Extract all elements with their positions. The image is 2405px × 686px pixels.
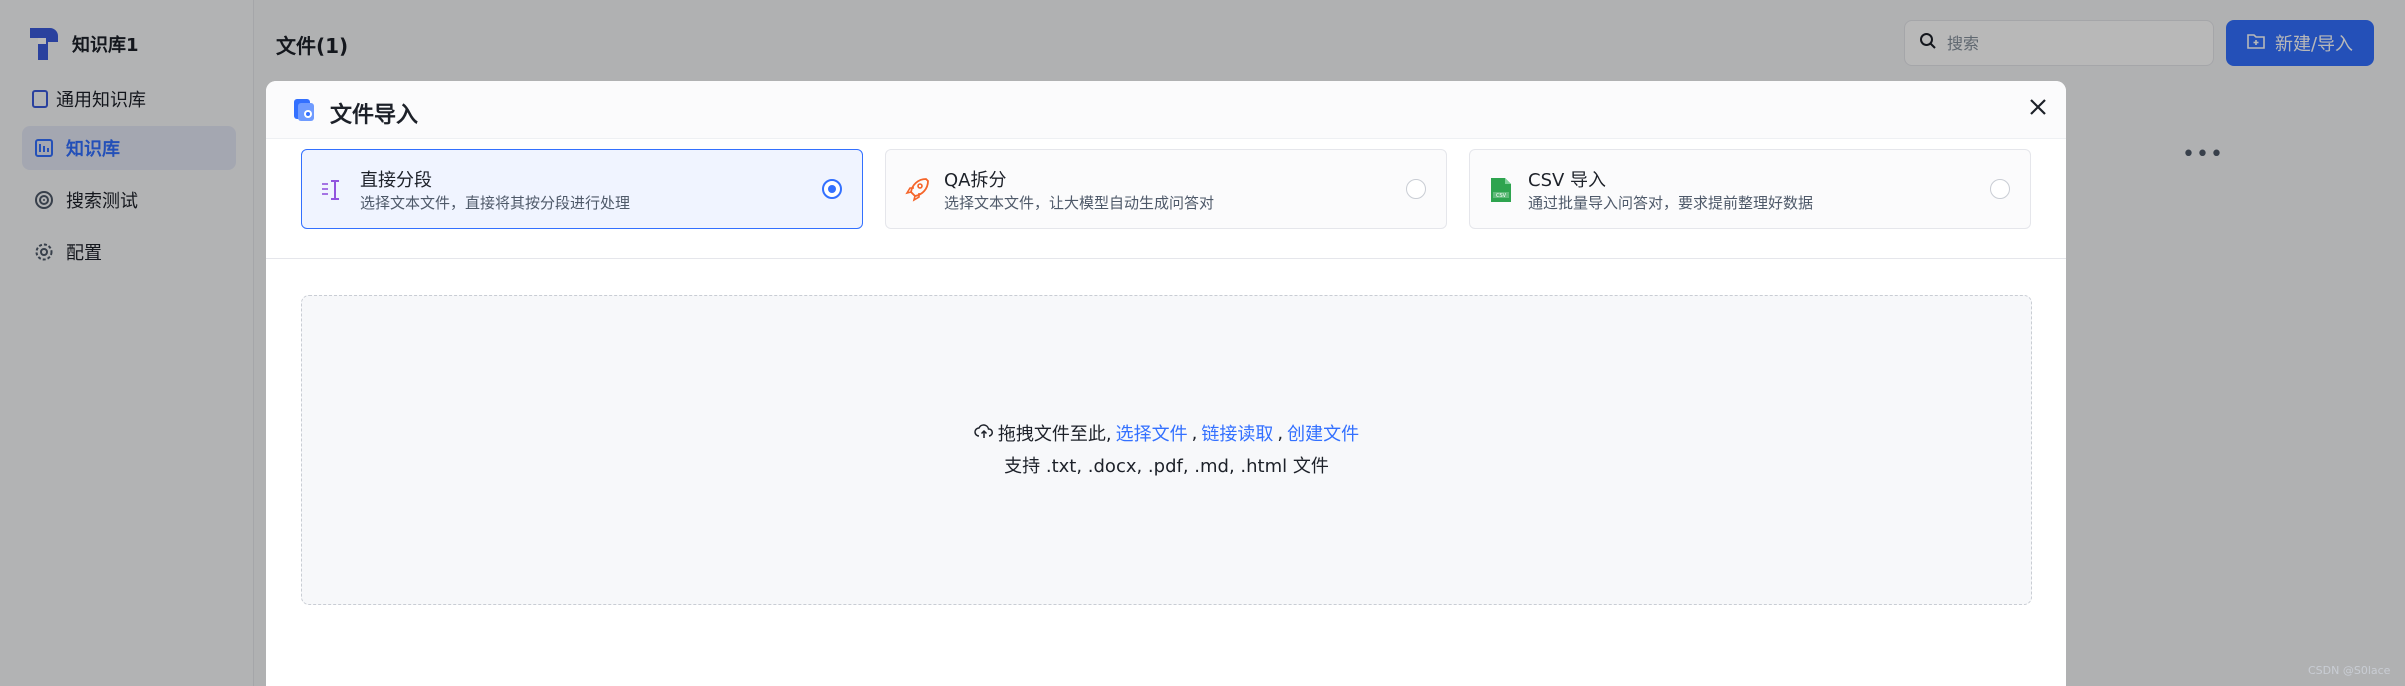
supported-formats: 支持 .txt, .docx, .pdf, .md, .html 文件 — [1004, 456, 1329, 477]
modal-header: 文件导入 — [266, 81, 2066, 139]
file-import-modal: 文件导入 直接分段 选择文本文件，直接将其按分段进行处理 QA拆分 选择文本文件… — [266, 81, 2066, 686]
upload-cloud-icon — [974, 423, 994, 444]
option-desc: 选择文本文件，让大模型自动生成问答对 — [944, 194, 1215, 212]
option-radio[interactable] — [1406, 179, 1426, 199]
dropzone-instructions: 拖拽文件至此, 选择文件, 链接读取, 创建文件 — [302, 420, 2031, 446]
select-file-link[interactable]: 选择文件 — [1116, 420, 1188, 446]
create-file-link[interactable]: 创建文件 — [1287, 420, 1359, 446]
separator: , — [1191, 422, 1198, 444]
divider — [266, 258, 2066, 259]
rocket-icon — [904, 176, 930, 204]
file-import-icon — [292, 98, 316, 122]
modal-title: 文件导入 — [330, 103, 419, 128]
import-type-options: 直接分段 选择文本文件，直接将其按分段进行处理 QA拆分 选择文本文件，让大模型… — [301, 149, 2032, 229]
option-radio[interactable] — [1990, 179, 2010, 199]
text-cursor-icon — [320, 176, 346, 204]
option-chunk[interactable]: 直接分段 选择文本文件，直接将其按分段进行处理 — [301, 149, 863, 229]
link-read-link[interactable]: 链接读取 — [1201, 420, 1273, 446]
option-radio[interactable] — [822, 179, 842, 199]
close-button[interactable] — [2024, 95, 2052, 123]
option-title: 直接分段 — [360, 170, 432, 191]
option-title: QA拆分 — [944, 170, 1007, 191]
option-qa-split[interactable]: QA拆分 选择文本文件，让大模型自动生成问答对 — [885, 149, 1447, 229]
option-title: CSV 导入 — [1528, 170, 1607, 191]
file-dropzone[interactable]: 拖拽文件至此, 选择文件, 链接读取, 创建文件 支持 .txt, .docx,… — [301, 295, 2032, 605]
option-csv-import[interactable]: CSV CSV 导入 通过批量导入问答对，要求提前整理好数据 — [1469, 149, 2031, 229]
option-desc: 通过批量导入问答对，要求提前整理好数据 — [1528, 194, 1814, 212]
close-icon — [2028, 97, 2048, 121]
separator: , — [1277, 422, 1284, 444]
svg-text:CSV: CSV — [1496, 193, 1507, 199]
watermark: CSDN @S0lace — [2308, 664, 2391, 677]
dropzone-prefix: 拖拽文件至此, — [997, 424, 1112, 445]
csv-file-icon: CSV — [1488, 176, 1514, 204]
option-desc: 选择文本文件，直接将其按分段进行处理 — [360, 194, 631, 212]
